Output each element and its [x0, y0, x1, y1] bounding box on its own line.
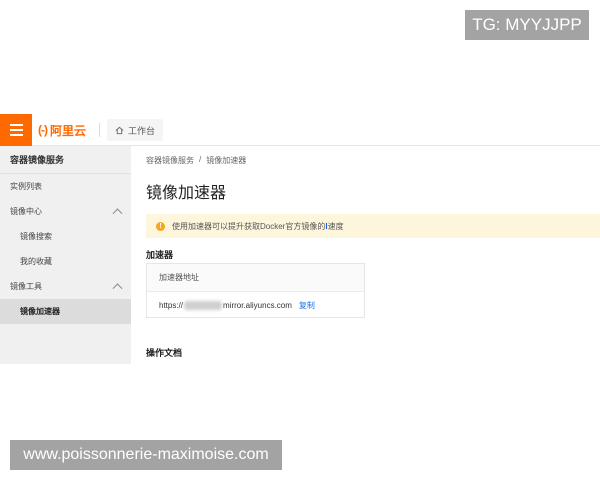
logo-text: 阿里云	[50, 123, 87, 138]
breadcrumb-separator: /	[199, 155, 202, 164]
redacted-id	[184, 300, 223, 310]
sidebar-item-image-search[interactable]: 镜像搜索	[0, 224, 131, 249]
accelerator-address-header: 加速器地址	[147, 264, 364, 292]
sidebar-item-label: 实例列表	[10, 182, 42, 191]
workbench-button[interactable]: 工作台	[107, 119, 164, 141]
breadcrumb-link[interactable]: 容器镜像服务	[146, 155, 194, 166]
url-suffix: mirror.aliyuncs.com	[223, 300, 292, 310]
breadcrumb: 容器镜像服务 / 镜像加速器	[146, 155, 246, 166]
sidebar-item-instances[interactable]: 实例列表	[0, 174, 131, 199]
sidebar-item-label: 镜像搜索	[20, 232, 52, 241]
chevron-up-icon	[112, 208, 123, 219]
copy-button[interactable]: 复制	[299, 300, 315, 311]
sidebar-item-label: 镜像中心	[10, 207, 42, 216]
tg-watermark: TG: MYYJJPP	[465, 10, 589, 40]
notice-text: 使用加速器可以提升获取Docker官方镜像的I速度	[172, 221, 344, 232]
chevron-up-icon	[112, 283, 123, 294]
top-navigation-bar: (-) 阿里云 工作台	[0, 114, 600, 146]
divider	[99, 123, 100, 137]
notice-text-end: 速度	[327, 221, 344, 231]
sidebar-item-label: 镜像加速器	[20, 307, 60, 316]
sidebar-item-label: 我的收藏	[20, 257, 52, 266]
sidebar-item-favorites[interactable]: 我的收藏	[0, 249, 131, 274]
breadcrumb-current: 镜像加速器	[206, 156, 247, 165]
page-title: 镜像加速器	[146, 185, 227, 202]
sidebar-item-image-accelerator[interactable]: 镜像加速器	[0, 299, 131, 324]
accelerator-address-row: https:// mirror.aliyuncs.com 复制	[147, 292, 364, 318]
sidebar-item-label: 镜像工具	[10, 282, 42, 291]
sidebar-group-image-tools[interactable]: 镜像工具	[0, 274, 131, 299]
sidebar-group-image-center[interactable]: 镜像中心	[0, 199, 131, 224]
url-prefix: https://	[159, 300, 184, 310]
sidebar-title: 容器镜像服务	[0, 146, 131, 174]
accelerator-section-title: 加速器	[146, 250, 174, 260]
docs-section-title: 操作文档	[146, 348, 183, 358]
sidebar: 容器镜像服务 实例列表 镜像中心 镜像搜索 我的收藏 镜像工具 镜像加速器	[0, 146, 131, 364]
info-notice: ! 使用加速器可以提升获取Docker官方镜像的I速度	[146, 214, 600, 238]
notice-text-start: 使用加速器可以提升获取Docker官方镜像的	[172, 221, 326, 231]
logo-mark: (-)	[38, 123, 48, 137]
workbench-label: 工作台	[128, 125, 156, 136]
aliyun-logo[interactable]: (-) 阿里云	[38, 121, 86, 139]
home-icon	[115, 126, 124, 134]
hamburger-icon[interactable]	[0, 114, 32, 146]
accelerator-card: 加速器地址 https:// mirror.aliyuncs.com 复制	[146, 263, 365, 318]
site-watermark: www.poissonnerie-maximoise.com	[10, 440, 282, 470]
warning-icon: !	[156, 221, 165, 231]
